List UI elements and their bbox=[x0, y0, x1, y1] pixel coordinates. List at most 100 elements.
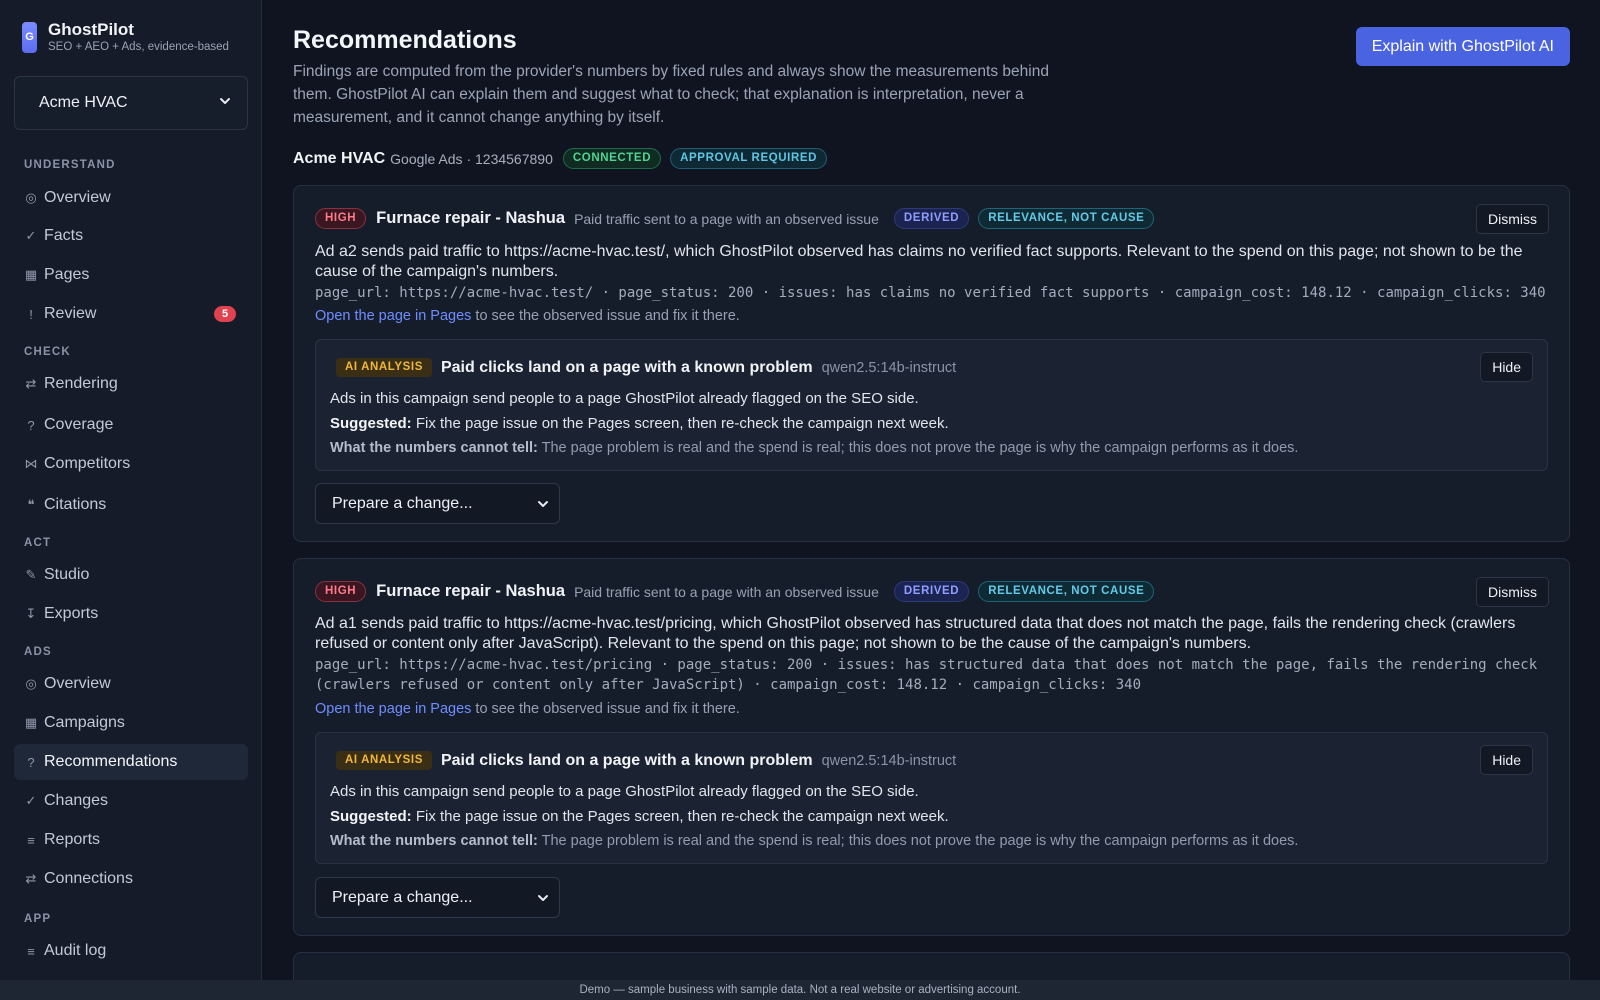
sidebar-item-recommendations[interactable]: ? Recommendations bbox=[14, 744, 248, 780]
sidebar-item-label: Review bbox=[44, 305, 97, 322]
sidebar-item-label: Changes bbox=[44, 792, 109, 809]
account-select[interactable]: Acme HVAC bbox=[14, 76, 248, 130]
ai-model-name: qwen2.5:14b-instruct bbox=[821, 359, 957, 376]
finding-type: Paid traffic sent to a page with an obse… bbox=[574, 210, 879, 227]
sidebar-item-label: Rendering bbox=[44, 375, 118, 392]
derived-badge: DERIVED bbox=[893, 208, 970, 229]
review-count-badge: 5 bbox=[214, 306, 236, 322]
quote-icon: ❝ bbox=[27, 497, 35, 512]
nav-section-ads: ADS bbox=[24, 646, 52, 658]
sidebar-item-label: Campaigns bbox=[44, 714, 125, 731]
nav-section-act: ACT bbox=[24, 537, 52, 549]
sidebar-item-label: Pages bbox=[44, 266, 90, 283]
suggested-label: Suggested: bbox=[330, 808, 412, 825]
brand-tagline: SEO + AEO + Ads, evidence-based bbox=[48, 41, 229, 53]
sidebar-item-exports[interactable]: ↧ Exports bbox=[14, 596, 248, 632]
dismiss-button[interactable]: Dismiss bbox=[1476, 577, 1549, 607]
finding-measurements: page_url: https://acme-hvac.test/pricing… bbox=[315, 657, 1538, 693]
pencil-icon: ✎ bbox=[25, 567, 37, 582]
compare-icon: ⋈ bbox=[24, 456, 38, 471]
finding-summary: Ad a1 sends paid traffic to https://acme… bbox=[315, 615, 1516, 652]
sidebar-item-label: Exports bbox=[44, 605, 99, 622]
open-page-in-pages-link[interactable]: Open the page in Pages bbox=[315, 308, 471, 324]
cannot-tell-text: The page problem is real and the spend i… bbox=[537, 440, 1299, 456]
ai-analysis-title: Paid clicks land on a page with a known … bbox=[440, 751, 813, 769]
download-icon: ↧ bbox=[25, 606, 37, 621]
sidebar-item-label: Competitors bbox=[44, 455, 131, 472]
sidebar-item-pages[interactable]: ▦ Pages bbox=[14, 257, 248, 293]
severity-badge: HIGH bbox=[315, 581, 367, 602]
ai-analysis-badge: AI ANALYSIS bbox=[336, 358, 432, 377]
ai-limitation: What the numbers cannot tell: The page p… bbox=[330, 833, 1298, 849]
campaigns-icon: ▦ bbox=[24, 715, 38, 730]
prepare-change-select[interactable]: Prepare a change... bbox=[315, 483, 560, 524]
alert-icon: ! bbox=[29, 306, 33, 322]
hide-ai-button[interactable]: Hide bbox=[1480, 745, 1533, 775]
account-detail: Google Ads · 1234567890 bbox=[390, 150, 553, 167]
sidebar-item-campaigns[interactable]: ▦ Campaigns bbox=[14, 705, 248, 741]
dismiss-button[interactable]: Dismiss bbox=[1476, 204, 1549, 234]
pages-icon: ▦ bbox=[24, 267, 38, 282]
brand[interactable]: G GhostPilot SEO + AEO + Ads, evidence-b… bbox=[22, 20, 229, 54]
connected-badge: CONNECTED bbox=[562, 148, 662, 169]
sidebar-item-competitors[interactable]: ⋈ Competitors bbox=[14, 446, 248, 482]
prepare-change-select[interactable]: Prepare a change... bbox=[315, 877, 560, 918]
sidebar-item-label: Studio bbox=[44, 566, 90, 583]
page-intro: Findings are computed from the provider'… bbox=[293, 63, 1049, 126]
ai-analysis-title: Paid clicks land on a page with a known … bbox=[440, 358, 813, 376]
severity-badge: HIGH bbox=[315, 208, 367, 229]
sidebar-item-studio[interactable]: ✎ Studio bbox=[14, 557, 248, 593]
sidebar-item-audit-log[interactable]: ≡ Audit log bbox=[14, 933, 248, 969]
question-icon: ? bbox=[27, 417, 35, 433]
ai-suggestion: Suggested: Fix the page issue on the Pag… bbox=[330, 415, 949, 432]
sidebar-item-label: Recommendations bbox=[44, 753, 178, 770]
check-icon: ✓ bbox=[25, 228, 37, 243]
explain-with-ai-button[interactable]: Explain with GhostPilot AI bbox=[1355, 27, 1570, 66]
cannot-tell-label: What the numbers cannot tell: bbox=[330, 440, 538, 456]
pages-hint: Open the page in Pages to see the observ… bbox=[315, 701, 740, 717]
list-icon: ≡ bbox=[27, 832, 35, 848]
sidebar-item-changes[interactable]: ✓ Changes bbox=[14, 783, 248, 819]
sidebar-item-rendering[interactable]: ⇄ Rendering bbox=[14, 366, 248, 402]
campaign-name: Furnace repair - Nashua bbox=[376, 582, 566, 600]
cannot-tell-label: What the numbers cannot tell: bbox=[330, 833, 538, 849]
cannot-tell-text: The page problem is real and the spend i… bbox=[537, 833, 1299, 849]
sidebar-item-citations[interactable]: ❝ Citations bbox=[14, 487, 248, 523]
suggested-text: Fix the page issue on the Pages screen, … bbox=[411, 808, 949, 825]
campaign-name: Furnace repair - Nashua bbox=[376, 209, 566, 227]
finding-type: Paid traffic sent to a page with an obse… bbox=[574, 583, 879, 600]
approval-required-badge: APPROVAL REQUIRED bbox=[670, 148, 828, 169]
hide-ai-button[interactable]: Hide bbox=[1480, 352, 1533, 382]
open-page-in-pages-link[interactable]: Open the page in Pages bbox=[315, 701, 471, 717]
sidebar-item-label: Overview bbox=[44, 189, 111, 206]
ai-analysis-header: AI ANALYSIS Paid clicks land on a page w… bbox=[336, 358, 956, 377]
sidebar-item-coverage[interactable]: ? Coverage bbox=[14, 407, 248, 443]
ai-explanation: Ads in this campaign send people to a pa… bbox=[330, 783, 919, 800]
sidebar-item-reports[interactable]: ≡ Reports bbox=[14, 822, 248, 858]
prepare-change-value: Prepare a change... bbox=[332, 888, 473, 906]
ai-analysis-badge: AI ANALYSIS bbox=[336, 751, 432, 770]
card-header: HIGH Furnace repair - Nashua Paid traffi… bbox=[315, 208, 1155, 229]
recommendation-card: HIGH Furnace repair - Nashua Paid traffi… bbox=[293, 558, 1570, 936]
finding-summary: Ad a2 sends paid traffic to https://acme… bbox=[315, 243, 1523, 280]
overview-icon: ◎ bbox=[25, 190, 37, 205]
arrows-icon: ⇄ bbox=[25, 376, 37, 391]
sidebar-item-label: Reports bbox=[44, 831, 101, 848]
prepare-change-value: Prepare a change... bbox=[332, 494, 473, 512]
sidebar-item-label: Coverage bbox=[44, 416, 114, 433]
main-content: Recommendations Findings are computed fr… bbox=[262, 0, 1600, 1000]
sidebar-item-connections[interactable]: ⇄ Connections bbox=[14, 861, 248, 897]
sidebar-item-review[interactable]: ! Review 5 bbox=[14, 296, 248, 332]
ai-analysis-panel: AI ANALYSIS Paid clicks land on a page w… bbox=[315, 339, 1548, 471]
ghostpilot-logo-icon: G bbox=[22, 21, 37, 53]
sidebar-item-ads-overview[interactable]: ◎ Overview bbox=[14, 666, 248, 702]
sidebar-item-overview[interactable]: ◎ Overview bbox=[14, 180, 248, 216]
brand-name: GhostPilot bbox=[48, 20, 134, 39]
chevron-down-icon bbox=[538, 501, 548, 507]
ai-limitation: What the numbers cannot tell: The page p… bbox=[330, 440, 1298, 456]
sidebar-item-facts[interactable]: ✓ Facts bbox=[14, 218, 248, 254]
card-header: HIGH Furnace repair - Nashua Paid traffi… bbox=[315, 581, 1155, 602]
suggested-text: Fix the page issue on the Pages screen, … bbox=[411, 415, 949, 432]
ai-suggestion: Suggested: Fix the page issue on the Pag… bbox=[330, 808, 949, 825]
pages-hint-text: to see the observed issue and fix it the… bbox=[471, 701, 740, 717]
